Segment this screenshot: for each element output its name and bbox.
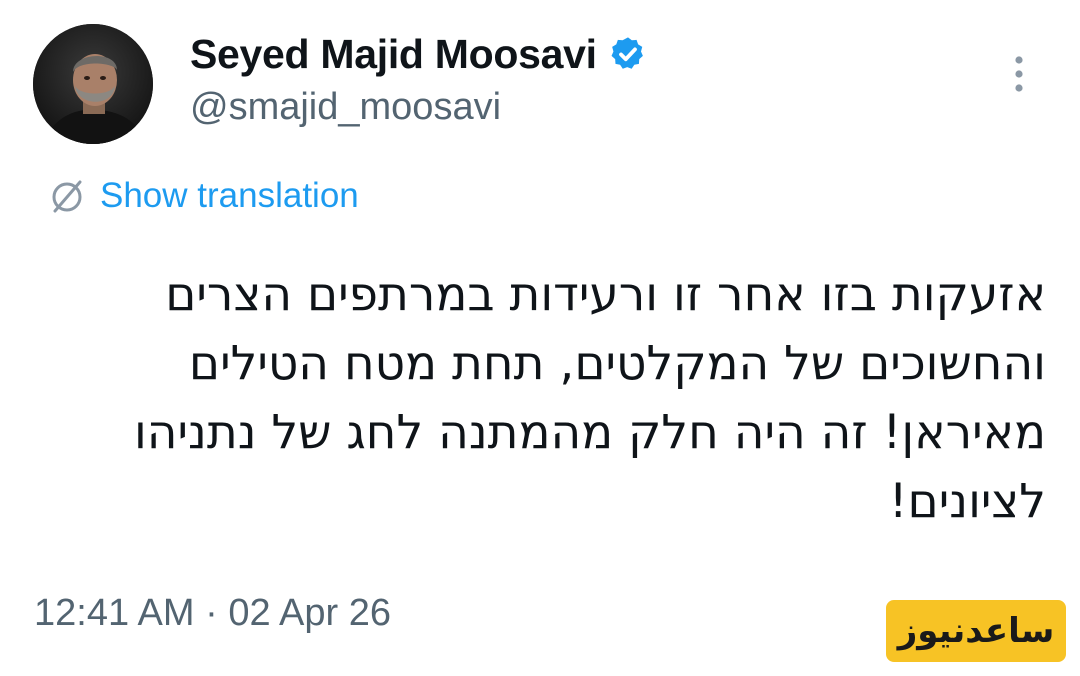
show-translation-button[interactable]: Show translation	[46, 172, 359, 220]
translate-globe-icon	[46, 175, 88, 217]
avatar[interactable]	[33, 24, 153, 144]
tweet-text-line: לציונים!	[888, 474, 1046, 529]
tweet-text: אזעקות בזו אחר זו ורעידות במרתפים הצרים …	[30, 260, 1046, 536]
watermark-text: ساعدنیوز	[897, 611, 1055, 651]
tweet-timestamp[interactable]: 12:41 AM · 02 Apr 26	[34, 592, 391, 635]
verified-badge-icon	[609, 35, 647, 73]
avatar-photo-icon	[33, 24, 153, 144]
more-options-icon[interactable]	[1004, 52, 1034, 96]
tweet-text-line: מאיראן! זה היה חלק מהמתנה לחג של נתניהו	[133, 405, 1046, 460]
tweet-card: Seyed Majid Moosavi @smajid_moosavi Show…	[0, 0, 1080, 676]
display-name-row: Seyed Majid Moosavi	[190, 28, 647, 80]
watermark-logo: ساعدنیوز	[886, 600, 1066, 662]
tweet-text-line: והחשוכים של המקלטים, תחת מטח הטילים	[188, 336, 1046, 391]
tweet-text-line: אזעקות בזו אחר זו ורעידות במרתפים הצרים	[165, 267, 1046, 322]
user-handle[interactable]: @smajid_moosavi	[190, 86, 501, 129]
show-translation-label[interactable]: Show translation	[100, 176, 359, 216]
display-name[interactable]: Seyed Majid Moosavi	[190, 31, 597, 78]
